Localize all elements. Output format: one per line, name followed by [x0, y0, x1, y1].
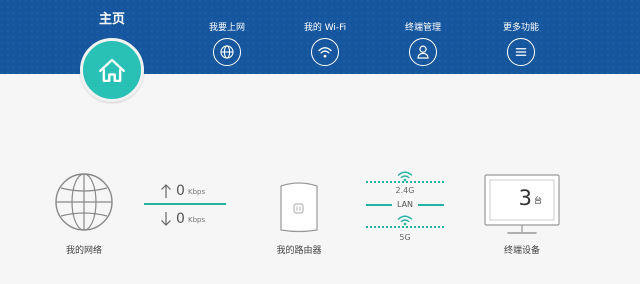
home-button[interactable]	[80, 38, 144, 102]
upload-value: 0	[176, 183, 185, 199]
home-label[interactable]: 主页	[80, 12, 144, 28]
nav-wifi[interactable]: 我的 Wi-Fi	[290, 22, 360, 66]
network-globe-icon[interactable]	[54, 172, 114, 232]
nav-internet-label: 我要上网	[208, 23, 245, 33]
arrow-up-icon	[160, 183, 172, 199]
lan-label: LAN	[392, 199, 418, 210]
network-label: 我的网络	[65, 246, 102, 256]
device-count: 3	[518, 186, 532, 210]
wifi-24g-line	[366, 181, 444, 183]
upload-unit: Kbps	[188, 188, 206, 196]
router-icon[interactable]	[276, 180, 322, 234]
home-icon	[99, 58, 125, 83]
band-5g-label: 5G	[399, 233, 411, 242]
wifi-icon	[311, 38, 339, 66]
router-label: 我的路由器	[276, 246, 322, 256]
nav-devices[interactable]: 终端管理	[388, 22, 458, 66]
devices-label: 终端设备	[503, 246, 540, 256]
download-speed: 0 Kbps	[160, 210, 220, 228]
user-icon	[409, 38, 437, 66]
upload-speed: 0 Kbps	[160, 182, 220, 200]
nav-more-label: 更多功能	[502, 23, 539, 33]
nav-internet[interactable]: 我要上网	[192, 22, 262, 66]
download-unit: Kbps	[188, 216, 206, 224]
nav-more[interactable]: 更多功能	[486, 22, 556, 66]
wifi-5g-icon	[397, 214, 413, 226]
speed-divider	[144, 203, 226, 205]
nav-devices-label: 终端管理	[404, 23, 441, 33]
globe-icon	[213, 38, 241, 66]
arrow-down-icon	[160, 211, 172, 227]
nav-wifi-label: 我的 Wi-Fi	[303, 23, 347, 33]
wifi-5g-line	[366, 226, 444, 228]
download-value: 0	[176, 211, 185, 227]
menu-icon	[507, 38, 535, 66]
band-24g-label: 2.4G	[395, 186, 415, 195]
device-count-unit: 台	[534, 196, 542, 205]
